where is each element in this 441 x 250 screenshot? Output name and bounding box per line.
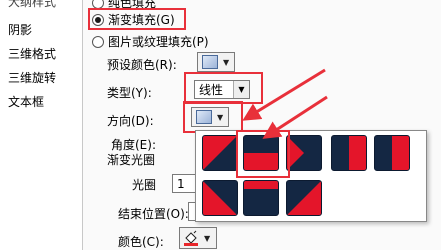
arrow-to-direction-icon [242, 68, 326, 121]
annotation-arrows [242, 68, 328, 139]
arrow-to-tile-icon [262, 95, 328, 139]
